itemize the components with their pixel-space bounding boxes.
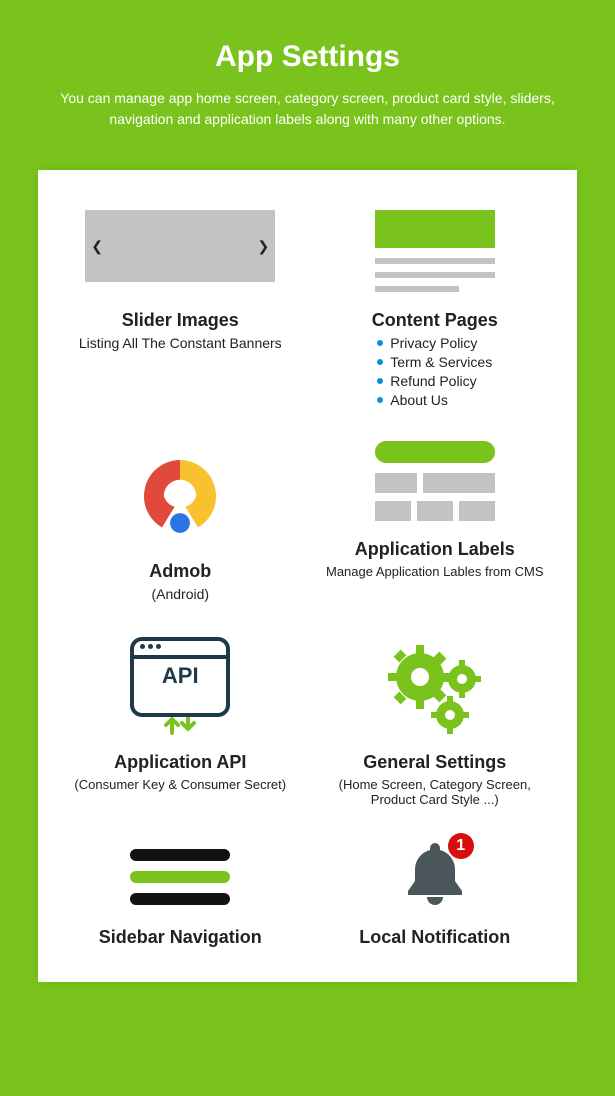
card-app-labels[interactable]: Application Labels Manage Application La… <box>323 441 548 602</box>
card-title: Slider Images <box>68 310 293 331</box>
card-subtitle: Manage Application Lables from CMS <box>323 564 548 579</box>
card-subtitle: Listing All The Constant Banners <box>68 335 293 351</box>
card-subtitle: (Home Screen, Category Screen, Product C… <box>323 777 548 807</box>
list-item: Privacy Policy <box>377 335 492 351</box>
card-title: Admob <box>68 561 293 582</box>
chevron-left-icon: ❮ <box>91 238 103 255</box>
labels-preview <box>375 441 495 521</box>
list-item: Refund Policy <box>377 373 492 389</box>
card-content-pages[interactable]: Content Pages Privacy Policy Term & Serv… <box>323 210 548 411</box>
chevron-right-icon: ❯ <box>258 238 270 255</box>
card-sidebar-nav[interactable]: Sidebar Navigation <box>68 837 293 952</box>
card-subtitle: (Consumer Key & Consumer Secret) <box>68 777 293 792</box>
menu-icon <box>68 837 293 917</box>
bell-icon: 1 <box>323 837 548 917</box>
admob-icon <box>68 441 293 551</box>
notification-badge: 1 <box>448 833 474 859</box>
card-title: General Settings <box>323 752 548 773</box>
card-title: Application API <box>68 752 293 773</box>
card-admob[interactable]: Admob (Android) <box>68 441 293 602</box>
page-title: App Settings <box>30 40 585 74</box>
page-description: You can manage app home screen, category… <box>48 88 568 130</box>
api-icon: API <box>68 632 293 742</box>
card-title: Content Pages <box>323 310 548 331</box>
list-item: About Us <box>377 392 492 408</box>
gears-icon <box>323 632 548 742</box>
card-general-settings[interactable]: General Settings (Home Screen, Category … <box>323 632 548 807</box>
card-subtitle: (Android) <box>68 586 293 602</box>
card-app-api[interactable]: API Application API (Consumer Key & Cons… <box>68 632 293 807</box>
content-preview <box>375 210 495 292</box>
card-slider-images[interactable]: ❮ ❯ Slider Images Listing All The Consta… <box>68 210 293 411</box>
card-title: Application Labels <box>323 539 548 560</box>
card-title: Local Notification <box>323 927 548 948</box>
card-title: Sidebar Navigation <box>68 927 293 948</box>
content-items-list: Privacy Policy Term & Services Refund Po… <box>377 335 492 411</box>
card-local-notification[interactable]: 1 Local Notification <box>323 837 548 952</box>
slider-preview: ❮ ❯ <box>85 210 275 282</box>
list-item: Term & Services <box>377 354 492 370</box>
settings-panel: ❮ ❯ Slider Images Listing All The Consta… <box>38 170 577 982</box>
